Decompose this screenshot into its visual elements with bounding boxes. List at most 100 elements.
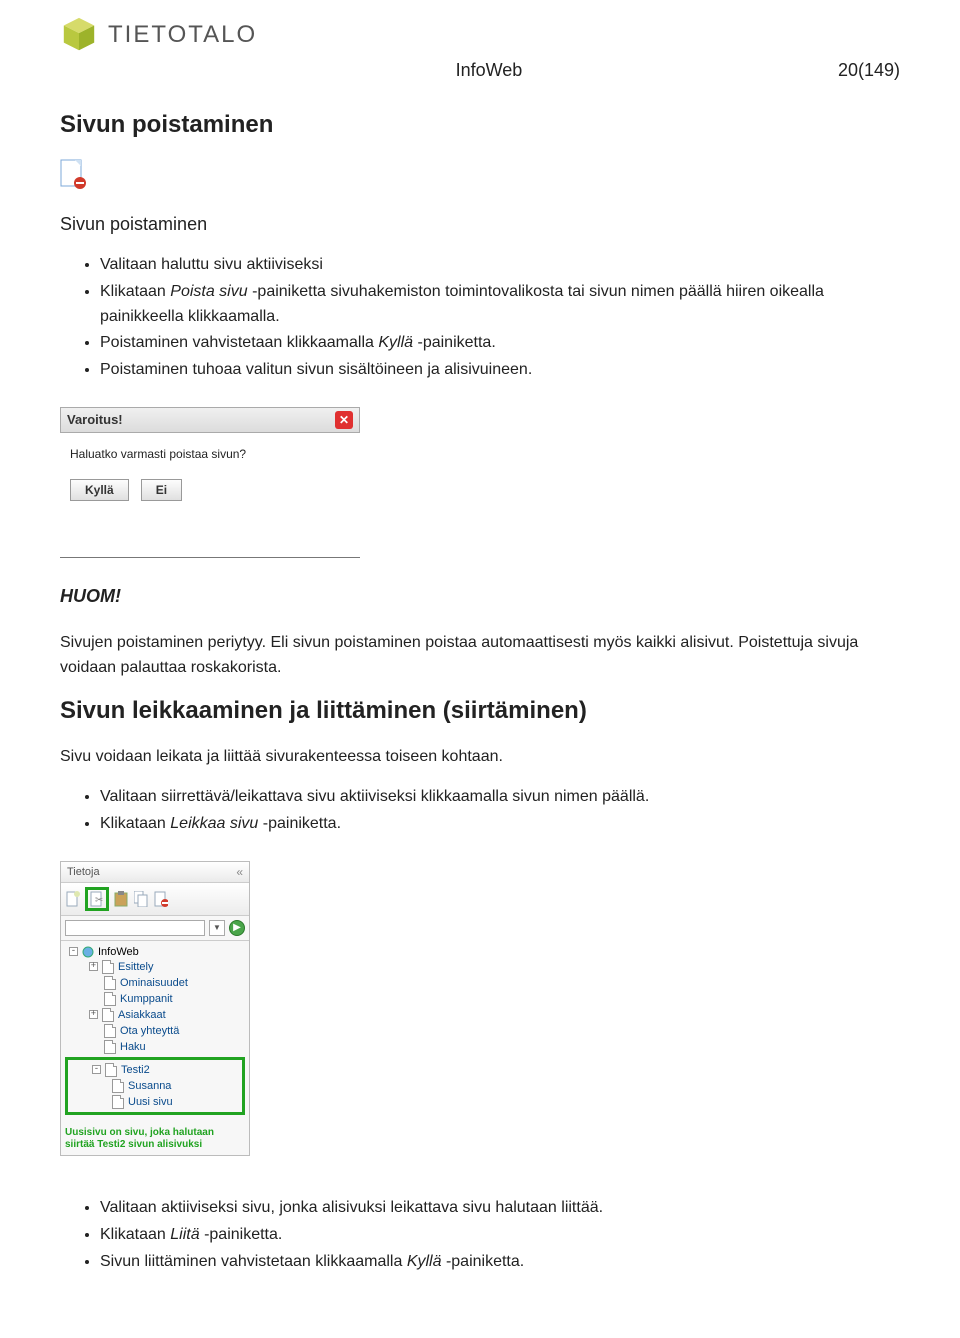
collapse-icon[interactable]: « [236, 865, 243, 879]
cut-steps-list: Valitaan siirrettävä/leikattava sivu akt… [100, 785, 900, 837]
list-item: Valitaan aktiiviseksi sivu, jonka alisiv… [100, 1196, 900, 1221]
expand-toggle-icon[interactable]: + [89, 962, 98, 971]
cube-icon [60, 16, 98, 54]
section-cut-title: Sivun leikkaaminen ja liittäminen (siirt… [60, 697, 900, 725]
panel-titlebar: Tietoja « [61, 862, 249, 883]
panel-title-text: Tietoja [67, 866, 100, 878]
copy-page-icon[interactable] [133, 891, 149, 907]
panel-caption: Uusisivu on sivu, joka halutaan siirtää … [61, 1123, 249, 1155]
tree-label: Kumppanit [120, 993, 173, 1005]
list-em: Poista sivu [170, 283, 247, 300]
tree-item[interactable]: - Testi2 [68, 1062, 242, 1078]
list-text: -painiketta. [200, 1226, 283, 1243]
list-em: Leikkaa sivu [170, 815, 258, 832]
page-header: InfoWeb 20(149) [60, 60, 900, 81]
dialog-titlebar: Varoitus! ✕ [60, 407, 360, 433]
paste-page-icon[interactable] [113, 891, 129, 907]
list-item: Poistaminen tuhoaa valitun sivun sisältö… [100, 358, 900, 383]
section-cut-intro: Sivu voidaan leikata ja liittää sivurake… [60, 745, 900, 770]
tree-root[interactable]: - InfoWeb [65, 945, 245, 959]
site-tree: - InfoWeb + Esittely Ominaisuudet Kumppa… [61, 941, 249, 1123]
section-delete-subtitle: Sivun poistaminen [60, 214, 900, 235]
list-em: Kyllä [407, 1253, 442, 1270]
delete-page-icon[interactable] [153, 891, 169, 907]
collapse-toggle-icon[interactable]: - [69, 947, 78, 956]
list-text: -painiketta. [258, 815, 341, 832]
search-go-button[interactable]: ▶ [229, 920, 245, 936]
section-delete-title: Sivun poistaminen [60, 111, 900, 139]
note-heading: HUOM! [60, 586, 900, 607]
brand-name: TIETOTALO [108, 21, 257, 49]
list-em: Liitä [170, 1226, 199, 1243]
page-icon [102, 1008, 114, 1022]
page-icon [112, 1079, 124, 1093]
list-item: Klikataan Poista sivu -painiketta sivuha… [100, 280, 900, 330]
tree-item[interactable]: + Asiakkaat [65, 1007, 245, 1023]
svg-text:✂: ✂ [95, 895, 103, 906]
list-text: Klikataan [100, 1226, 170, 1243]
list-item: Klikataan Leikkaa sivu -painiketta. [100, 812, 900, 837]
page-icon [102, 960, 114, 974]
sitemap-panel: Tietoja « ✂ ▼ ▶ - InfoWeb [60, 861, 250, 1156]
tree-item[interactable]: Ominaisuudet [65, 975, 245, 991]
dialog-body: Haluatko varmasti poistaa sivun? Kyllä E… [60, 433, 360, 517]
tree-label: Uusi sivu [128, 1096, 173, 1108]
tree-label: InfoWeb [98, 946, 139, 958]
note-body: Sivujen poistaminen periytyy. Eli sivun … [60, 631, 900, 681]
list-text: Valitaan haluttu sivu aktiiviseksi [100, 256, 323, 273]
expand-toggle-icon[interactable]: + [89, 1010, 98, 1019]
tree-item[interactable]: + Esittely [65, 959, 245, 975]
page-icon [112, 1095, 124, 1109]
list-item: Valitaan siirrettävä/leikattava sivu akt… [100, 785, 900, 810]
page-icon [104, 992, 116, 1006]
list-item: Klikataan Liitä -painiketta. [100, 1223, 900, 1248]
tree-highlight-box: - Testi2 Susanna Uusi sivu [65, 1057, 245, 1115]
cut-page-button-highlight: ✂ [85, 887, 109, 911]
dropdown-icon[interactable]: ▼ [209, 920, 225, 936]
tree-label: Testi2 [121, 1064, 150, 1076]
brand-logo: TIETOTALO [60, 16, 900, 54]
collapse-toggle-icon[interactable]: - [92, 1065, 101, 1074]
no-button[interactable]: Ei [141, 479, 182, 501]
list-item: Sivun liittäminen vahvistetaan klikkaama… [100, 1250, 900, 1275]
header-page-number: 20(149) [838, 60, 900, 81]
dialog-message: Haluatko varmasti poistaa sivun? [70, 447, 350, 461]
list-item: Valitaan haluttu sivu aktiiviseksi [100, 253, 900, 278]
list-text: -painiketta. [413, 334, 496, 351]
globe-icon [82, 946, 94, 958]
header-center-title: InfoWeb [140, 60, 838, 81]
search-input[interactable] [65, 920, 205, 936]
panel-toolbar: ✂ [61, 883, 249, 916]
tree-item[interactable]: Ota yhteyttä [65, 1023, 245, 1039]
list-text: Valitaan aktiiviseksi sivu, jonka alisiv… [100, 1199, 603, 1216]
list-text: Poistaminen tuhoaa valitun sivun sisältö… [100, 361, 532, 378]
paste-steps-list: Valitaan aktiiviseksi sivu, jonka alisiv… [100, 1196, 900, 1274]
list-text: Klikataan [100, 815, 170, 832]
tree-label: Haku [120, 1041, 146, 1053]
cut-page-icon[interactable]: ✂ [89, 891, 105, 907]
dialog-title: Varoitus! [67, 412, 123, 427]
tree-label: Ominaisuudet [120, 977, 188, 989]
tree-item[interactable]: Haku [65, 1039, 245, 1055]
list-text: Valitaan siirrettävä/leikattava sivu akt… [100, 788, 649, 805]
list-text: Sivun liittäminen vahvistetaan klikkaama… [100, 1253, 407, 1270]
list-item: Poistaminen vahvistetaan klikkaamalla Ky… [100, 331, 900, 356]
tree-label: Asiakkaat [118, 1009, 166, 1021]
tree-item[interactable]: Kumppanit [65, 991, 245, 1007]
close-icon[interactable]: ✕ [335, 411, 353, 429]
list-em: Kyllä [378, 334, 413, 351]
tree-label: Susanna [128, 1080, 171, 1092]
delete-page-icon [60, 159, 900, 194]
list-text: Poistaminen vahvistetaan klikkaamalla [100, 334, 378, 351]
page-icon [104, 1024, 116, 1038]
list-text: Klikataan [100, 283, 170, 300]
yes-button[interactable]: Kyllä [70, 479, 129, 501]
page-icon [104, 976, 116, 990]
tree-item[interactable]: Uusi sivu [68, 1094, 242, 1110]
list-text: -painiketta. [442, 1253, 525, 1270]
new-page-icon[interactable] [65, 891, 81, 907]
panel-search-row: ▼ ▶ [61, 916, 249, 941]
tree-item[interactable]: Susanna [68, 1078, 242, 1094]
page-icon [104, 1040, 116, 1054]
delete-steps-list: Valitaan haluttu sivu aktiiviseksi Klika… [100, 253, 900, 383]
